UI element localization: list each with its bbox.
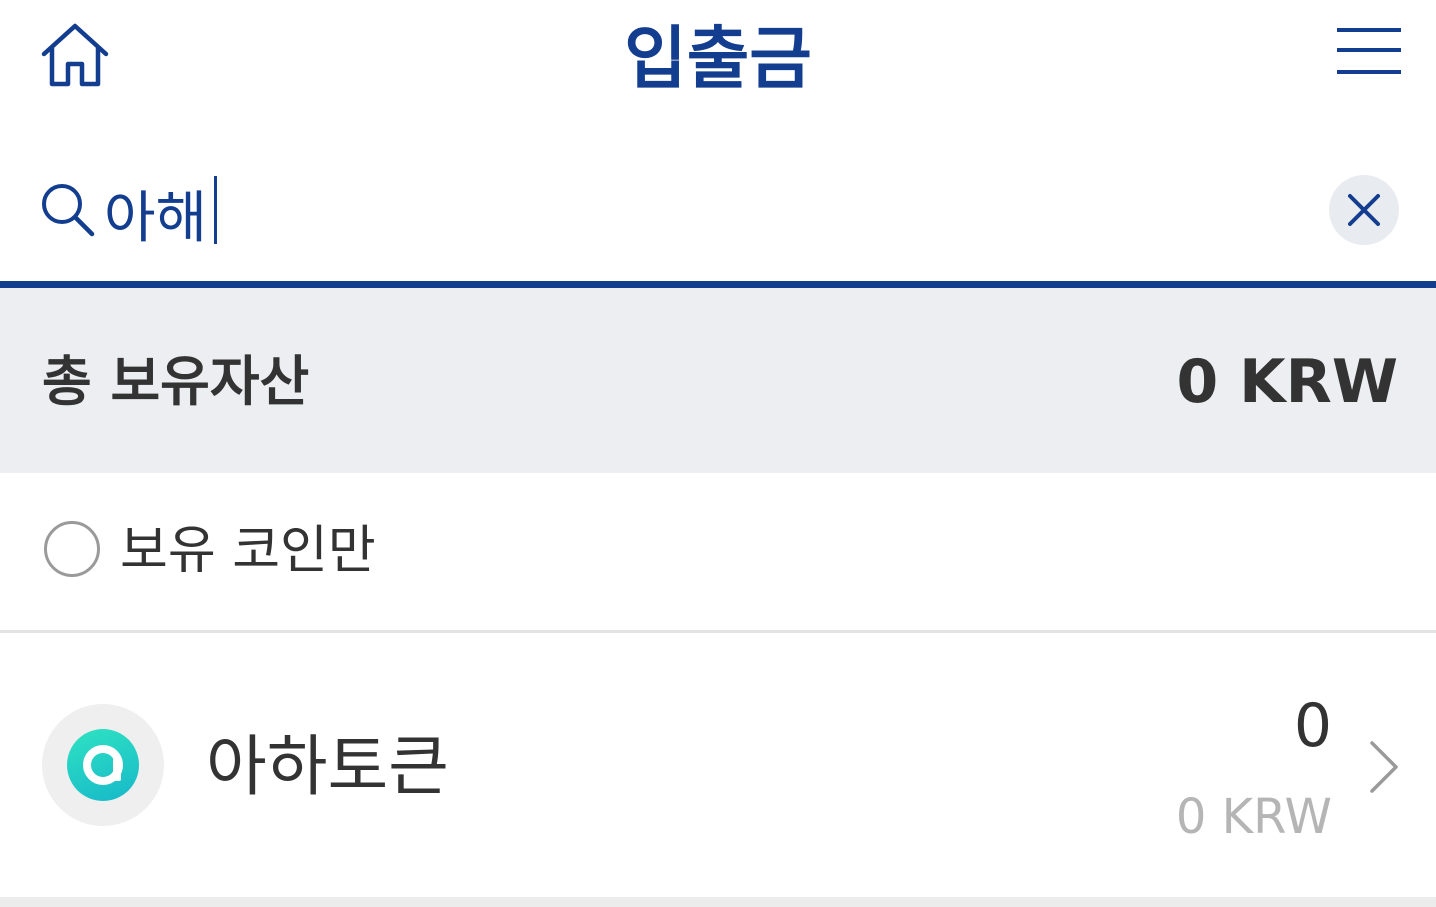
holdings-only-label[interactable]: 보유 코인만 bbox=[120, 519, 376, 583]
search-input[interactable] bbox=[104, 168, 1284, 258]
holdings-only-radio[interactable] bbox=[44, 521, 100, 577]
app-header: 입출금 bbox=[0, 0, 1436, 120]
search-underline bbox=[0, 281, 1436, 288]
divider bbox=[0, 897, 1436, 907]
chevron-right-icon[interactable] bbox=[1364, 737, 1404, 797]
coin-krw-value: 0 KRW bbox=[1175, 789, 1332, 845]
coin-list-item[interactable]: 아하토큰 0 0 KRW bbox=[0, 633, 1436, 897]
menu-button[interactable] bbox=[1334, 26, 1404, 78]
total-assets-summary: 총 보유자산 0 KRW bbox=[0, 288, 1436, 473]
close-icon bbox=[1348, 194, 1380, 226]
coin-logo-badge bbox=[42, 704, 164, 826]
search-bar bbox=[0, 140, 1436, 280]
aha-token-logo-icon bbox=[67, 729, 139, 801]
holdings-filter[interactable]: 보유 코인만 bbox=[0, 473, 1436, 631]
deposit-withdraw-page: 입출금 총 보유자산 0 KRW bbox=[0, 0, 1436, 907]
coin-name: 아하토큰 bbox=[206, 728, 449, 805]
page-title: 입출금 bbox=[624, 20, 812, 99]
text-caret bbox=[214, 176, 217, 244]
coin-quantity: 0 bbox=[1293, 691, 1332, 761]
search-icon bbox=[38, 180, 98, 240]
total-assets-value: 0 KRW bbox=[1176, 347, 1398, 417]
total-assets-label: 총 보유자산 bbox=[42, 350, 310, 413]
clear-search-button[interactable] bbox=[1329, 175, 1399, 245]
